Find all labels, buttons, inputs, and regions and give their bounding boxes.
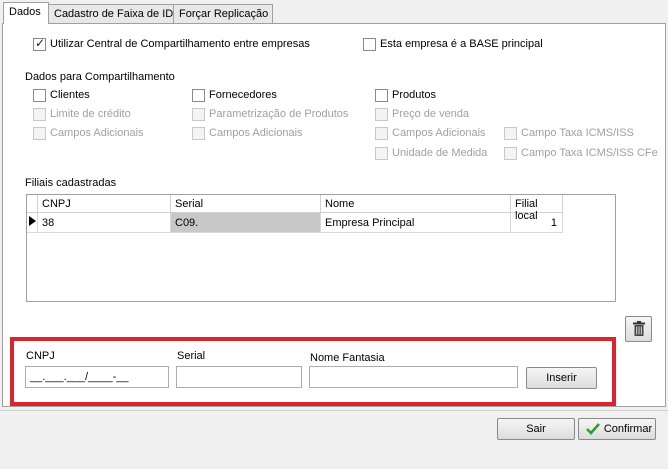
cnpj-label: CNPJ (26, 350, 55, 362)
limite-credito-checkbox[interactable] (33, 108, 46, 121)
cell-cnpj: 38 (38, 213, 171, 233)
trash-icon (632, 321, 645, 339)
clientes-campos-label: Campos Adicionais (50, 127, 144, 139)
central-label: Utilizar Central de Compartilhamento ent… (50, 38, 310, 50)
serial-label: Serial (177, 350, 206, 362)
icms-checkbox[interactable] (504, 127, 517, 140)
central-checkbox[interactable] (33, 36, 46, 51)
produtos-checkbox[interactable] (375, 89, 388, 102)
produtos-label: Produtos (392, 89, 437, 101)
nome-fantasia-input[interactable] (309, 366, 518, 388)
tab-dados[interactable]: Dados (3, 2, 49, 24)
tab-dados-label: Dados (9, 6, 41, 18)
base-checkbox[interactable] (363, 38, 376, 51)
clientes-label: Clientes (50, 89, 90, 101)
tab-cadastro-faixa-id[interactable]: Cadastro de Faixa de ID (48, 4, 174, 24)
clientes-checkbox[interactable] (33, 89, 46, 102)
icms-cfe-label: Campo Taxa ICMS/ISS CFe (521, 147, 658, 159)
filiais-grid[interactable]: CNPJ Serial Nome Filial local 38 C09. Em… (26, 194, 616, 302)
footer-divider (0, 410, 668, 411)
fornecedores-checkbox[interactable] (192, 89, 205, 102)
cell-serial: C09. (171, 213, 321, 233)
check-icon (586, 423, 600, 438)
preco-venda-checkbox[interactable] (375, 108, 388, 121)
tab-forcar-replicacao-label: Forçar Replicação (179, 8, 269, 20)
icms-label: Campo Taxa ICMS/ISS (521, 127, 634, 139)
unidade-medida-label: Unidade de Medida (392, 147, 488, 159)
cnpj-input[interactable]: __.___.___/____-__ (25, 366, 169, 388)
confirmar-label: Confirmar (603, 423, 653, 435)
header-cnpj[interactable]: CNPJ (38, 195, 171, 213)
delete-button[interactable] (625, 316, 652, 342)
clientes-campos-checkbox[interactable] (33, 127, 46, 140)
cell-filial-local: 1 (511, 213, 563, 233)
tab-cadastro-faixa-id-label: Cadastro de Faixa de ID (54, 8, 174, 20)
icms-cfe-checkbox[interactable] (504, 147, 517, 160)
row-pointer-icon (27, 213, 38, 233)
fornecedores-label: Fornecedores (209, 89, 277, 101)
nome-fantasia-label: Nome Fantasia (310, 352, 385, 364)
tab-forcar-replicacao[interactable]: Forçar Replicação (173, 4, 273, 24)
limite-credito-label: Limite de crédito (50, 108, 131, 120)
param-produtos-label: Parametrização de Produtos (209, 108, 349, 120)
param-produtos-checkbox[interactable] (192, 108, 205, 121)
sharing-title: Dados para Compartilhamento (25, 71, 175, 83)
sair-button[interactable]: Sair (497, 418, 575, 440)
confirmar-button[interactable]: Confirmar (578, 418, 656, 440)
header-serial[interactable]: Serial (171, 195, 321, 213)
unidade-medida-checkbox[interactable] (375, 147, 388, 160)
fornecedores-campos-checkbox[interactable] (192, 127, 205, 140)
serial-input[interactable] (176, 366, 302, 388)
cell-nome: Empresa Principal (321, 213, 511, 233)
header-nome[interactable]: Nome (321, 195, 511, 213)
filiais-title: Filiais cadastradas (25, 177, 117, 189)
inserir-button[interactable]: Inserir (526, 367, 597, 389)
header-filial-local[interactable]: Filial local (511, 195, 563, 222)
produtos-campos-label: Campos Adicionais (392, 127, 486, 139)
preco-venda-label: Preço de venda (392, 108, 470, 120)
grid-indicator-header (27, 195, 38, 213)
produtos-campos-checkbox[interactable] (375, 127, 388, 140)
base-label: Esta empresa é a BASE principal (380, 38, 543, 50)
fornecedores-campos-label: Campos Adicionais (209, 127, 303, 139)
